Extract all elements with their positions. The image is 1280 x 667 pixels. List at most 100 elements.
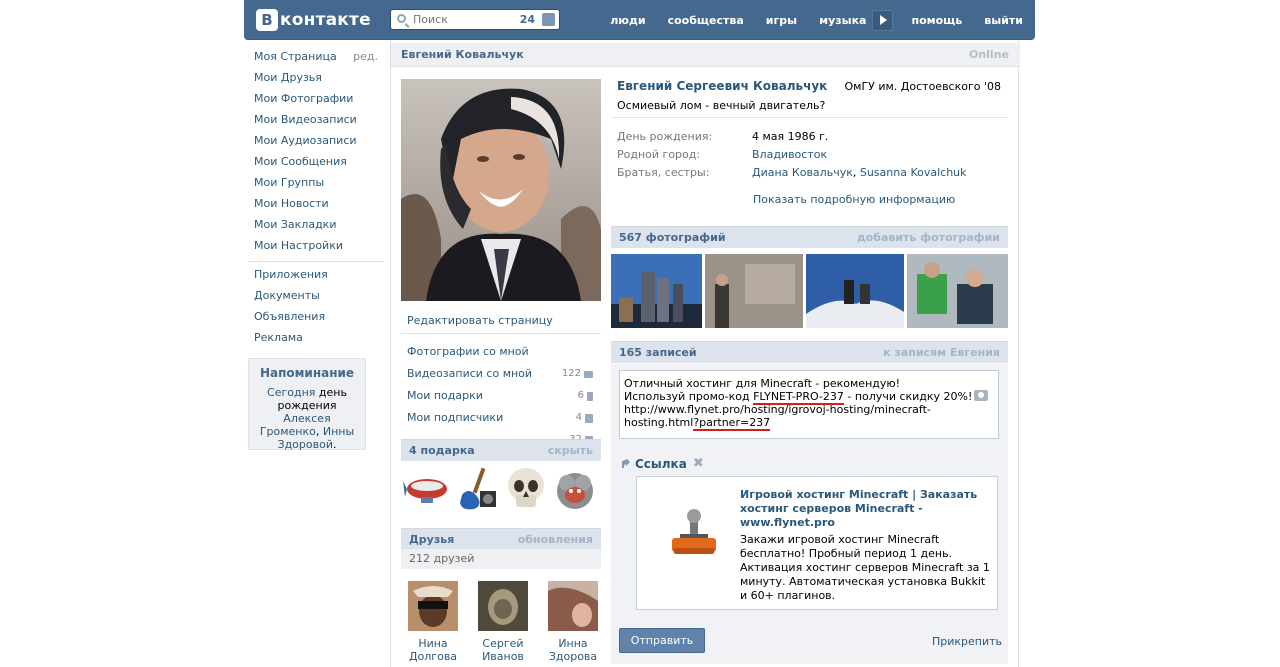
- friend-name[interactable]: Инна Здорова: [545, 637, 601, 663]
- sidebar-item-documents[interactable]: Документы: [248, 285, 384, 306]
- nav-help[interactable]: помощь: [911, 14, 962, 27]
- photo-thumbnail[interactable]: [907, 254, 1008, 328]
- to-posts-link[interactable]: к записям Евгения: [883, 346, 1000, 359]
- sidebar-item-advertising[interactable]: Реклама: [248, 327, 384, 348]
- nav-games[interactable]: игры: [766, 14, 797, 27]
- joystick-icon: [672, 509, 716, 554]
- nav-logout[interactable]: выйти: [984, 14, 1023, 27]
- nav-people[interactable]: люди: [610, 14, 645, 27]
- friends-updates-link[interactable]: обновления: [518, 533, 593, 546]
- stat-label: Мои подписчики: [407, 411, 504, 424]
- sibling-link[interactable]: Susanna Kovalchuk: [860, 166, 967, 179]
- friend-card[interactable]: Инна Здорова: [545, 581, 601, 663]
- sidebar-item-settings[interactable]: Мои Настройки: [248, 235, 384, 256]
- sibling-link[interactable]: Диана Ковальчук: [752, 166, 853, 179]
- vk-logo[interactable]: В контакте: [256, 8, 371, 31]
- sidebar-item-friends[interactable]: Мои Друзья: [248, 67, 384, 88]
- nav-music[interactable]: музыка: [819, 14, 866, 27]
- link-title[interactable]: Игровой хостинг Minecraft | Заказать хос…: [740, 488, 990, 530]
- top-nav: люди сообщества игры музыка помощь выйти: [588, 0, 1023, 40]
- edit-link[interactable]: ред.: [353, 46, 378, 67]
- friend-name[interactable]: Сергей Иванов: [475, 637, 531, 663]
- profile-university[interactable]: ОмГУ им. Достоевского '08: [844, 80, 1001, 93]
- photo-thumbnail[interactable]: [806, 254, 904, 328]
- birthday-link[interactable]: 4 мая 1986 г.: [752, 130, 828, 143]
- search-icon: [397, 14, 406, 23]
- reminder-text: Сегодня день рождения Алексея Громенко, …: [249, 386, 365, 451]
- reminder-today-link[interactable]: Сегодня: [267, 386, 315, 399]
- wall-title[interactable]: 165 записей: [619, 346, 697, 359]
- post-line: hosting.html?partner=237: [624, 416, 771, 431]
- show-more-info-link[interactable]: Показать подробную информацию: [753, 193, 955, 206]
- gift-guitar[interactable]: [452, 465, 500, 513]
- stat-my-gifts[interactable]: Мои подарки 4: [401, 385, 601, 423]
- sidebar-item-news[interactable]: Мои Новости: [248, 193, 384, 214]
- sidebar-item-messages[interactable]: Мои Сообщения: [248, 151, 384, 172]
- friends-count[interactable]: 212 друзей: [401, 549, 601, 569]
- photo-thumbnail[interactable]: [705, 254, 803, 328]
- stat-label: Видеозаписи со мной: [407, 367, 533, 380]
- photo-strip: [611, 254, 1008, 328]
- friend-card[interactable]: Сергей Иванов: [475, 581, 531, 663]
- attach-link[interactable]: Прикрепить: [932, 635, 1002, 648]
- stat-label: Мои подарки: [407, 389, 483, 402]
- gifts-row: [401, 463, 601, 519]
- send-button[interactable]: Отправить: [619, 628, 705, 653]
- friend-avatar[interactable]: [548, 581, 598, 631]
- post-textarea[interactable]: Отличный хостинг для Minecraft - рекомен…: [619, 370, 999, 439]
- stat-videos-with-me[interactable]: Видеозаписи со мной 6: [401, 363, 601, 401]
- sidebar-item-ads[interactable]: Объявления: [248, 306, 384, 327]
- friend-avatar[interactable]: [478, 581, 528, 631]
- sidebar-item-photos[interactable]: Мои Фотографии: [248, 88, 384, 109]
- friend-avatar[interactable]: [408, 581, 458, 631]
- add-photos-link[interactable]: добавить фотографии: [857, 231, 1000, 244]
- reminder-separator: ,: [315, 425, 323, 438]
- stat-my-subscribers[interactable]: Мои подписчики 32: [401, 407, 601, 445]
- hometown-link[interactable]: Владивосток: [752, 148, 827, 161]
- online-status: Online: [968, 48, 1009, 61]
- friends-title[interactable]: Друзья: [409, 533, 454, 546]
- sibling-separator: ,: [852, 166, 860, 179]
- stat-photos-with-me[interactable]: Фотографии со мной 122: [401, 341, 601, 379]
- sidebar-item-groups[interactable]: Мои Группы: [248, 172, 384, 193]
- gifts-hide-link[interactable]: скрыть: [548, 444, 593, 457]
- search-box[interactable]: 24: [390, 9, 560, 30]
- edit-page-link[interactable]: Редактировать страницу: [401, 306, 601, 334]
- sidebar-item-videos[interactable]: Мои Видеозаписи: [248, 109, 384, 130]
- info-value: 4 мая 1986 г.: [752, 130, 828, 143]
- birthday-reminder: Напоминание Сегодня день рождения Алексе…: [248, 358, 366, 451]
- gift-sheep[interactable]: [551, 465, 599, 513]
- link-label-text: Ссылка: [635, 456, 687, 471]
- friend-card[interactable]: Нина Долгова: [405, 581, 461, 663]
- info-label: День рождения:: [617, 130, 713, 143]
- photo-thumbnail[interactable]: [611, 254, 702, 328]
- profile-status[interactable]: Осмиевый лом - вечный двигатель?: [617, 99, 825, 112]
- reminder-title: Напоминание: [259, 366, 355, 380]
- gifts-title[interactable]: 4 подарка: [409, 444, 475, 457]
- nav-communities[interactable]: сообщества: [668, 14, 744, 27]
- remove-link-icon[interactable]: ✖: [693, 456, 704, 471]
- gift-airship[interactable]: [403, 465, 451, 513]
- link-preview-card[interactable]: Игровой хостинг Minecraft | Заказать хос…: [636, 476, 998, 610]
- info-value: Диана Ковальчук, Susanna Kovalchuk: [752, 166, 967, 179]
- stat-label: Фотографии со мной: [407, 345, 529, 358]
- profile-photo[interactable]: [401, 79, 601, 301]
- post-line: Отличный хостинг для Minecraft - рекомен…: [624, 377, 901, 390]
- photos-title[interactable]: 567 фотографий: [619, 231, 726, 244]
- link-attachment-label: Ссылка ✖: [621, 456, 704, 471]
- notification-count[interactable]: 24: [520, 13, 535, 26]
- play-icon[interactable]: [872, 9, 894, 31]
- gift-skull[interactable]: [502, 465, 550, 513]
- sidebar-item-audio[interactable]: Мои Аудиозаписи: [248, 130, 384, 151]
- photos-bar: 567 фотографий добавить фотографии: [611, 226, 1008, 248]
- friend-name[interactable]: Нина Долгова: [405, 637, 461, 663]
- info-label: Родной город:: [617, 148, 701, 161]
- link-description: Закажи игровой хостинг Minecraft бесплат…: [740, 533, 990, 602]
- sidebar-item-bookmarks[interactable]: Мои Закладки: [248, 214, 384, 235]
- user-icon[interactable]: [542, 13, 555, 26]
- wall-bar: 165 записей к записям Евгения: [611, 341, 1008, 363]
- search-input[interactable]: [413, 12, 513, 27]
- sidebar-item-my-page[interactable]: Моя Страница ред.: [248, 46, 384, 67]
- camera-icon[interactable]: [974, 390, 988, 401]
- sidebar-item-apps[interactable]: Приложения: [248, 264, 384, 285]
